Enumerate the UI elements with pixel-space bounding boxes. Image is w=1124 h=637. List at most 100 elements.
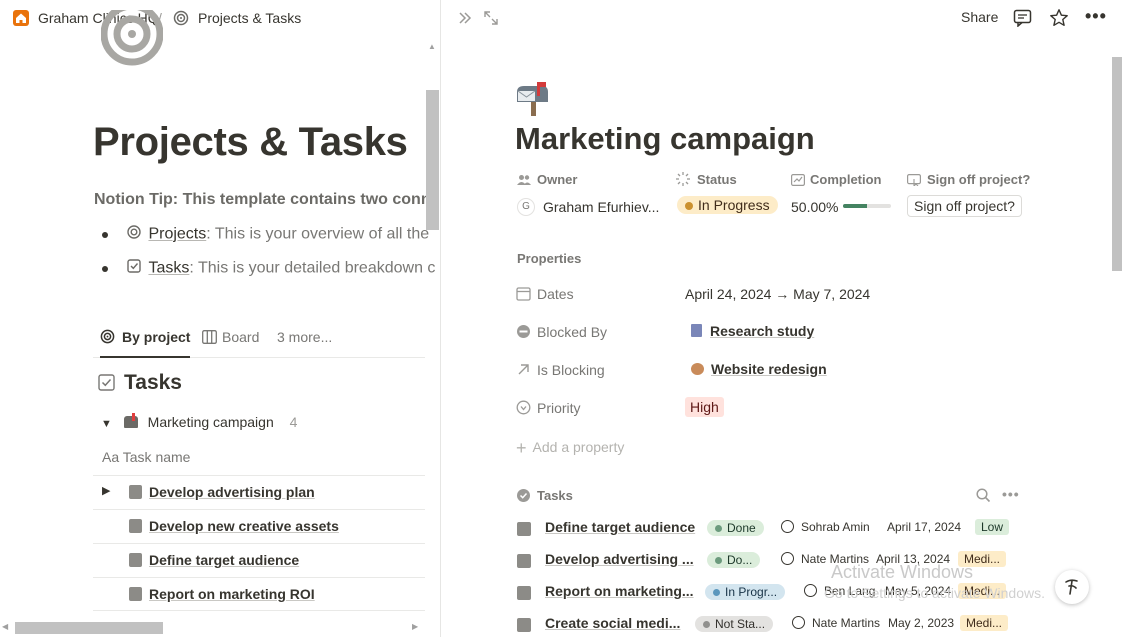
help-button[interactable] [1055,570,1089,604]
assignee: Nate Martins [792,616,880,630]
notion-ai-icon [1065,579,1078,595]
close-peek-icon[interactable] [457,10,473,31]
more-icon[interactable]: ••• [1085,6,1107,27]
scroll-right-arrow[interactable]: ▶ [412,622,418,631]
bullet-projects: Projects: This is your overview of all t… [102,224,429,245]
document-icon [691,324,702,337]
add-property-label: Add a property [532,439,625,455]
tasks-check-icon [126,258,142,279]
row-title[interactable]: Report on marketing ROI [149,586,315,602]
table-row[interactable]: Report on marketing ROI [93,577,425,611]
website-icon [691,363,704,375]
group-count: 4 [289,414,298,430]
relation-link[interactable]: Website redesign [711,361,827,377]
avatar [781,552,794,565]
status-dot [715,557,722,564]
blocked-by-value[interactable]: Research study [691,323,814,339]
owner-label[interactable]: Owner [537,172,577,187]
tab-by-project[interactable]: By project [100,328,191,358]
prop-dates[interactable]: Dates [516,286,574,304]
search-icon[interactable] [976,488,991,508]
status-label[interactable]: Status [697,172,737,187]
table-row[interactable]: Define target audience Done Sohrab Amin … [517,516,1037,544]
owner-value[interactable]: Graham Efurhiev... [543,199,659,215]
home-icon[interactable] [13,10,29,26]
mailbox-icon[interactable] [515,82,551,116]
row-title[interactable]: Define target audience [149,552,299,568]
prop-blocked-by[interactable]: Blocked By [516,324,607,342]
completion-value[interactable]: 50.00% [791,199,838,215]
avatar: G [517,198,535,216]
tab-label: Board [222,329,260,345]
expand-arrow-icon[interactable]: ▶ [102,484,110,497]
text-type-icon: Aa [102,449,120,465]
assignee: Sohrab Amin [781,520,870,534]
scroll-left-arrow[interactable]: ◀ [2,622,8,631]
comment-icon[interactable] [1013,9,1032,32]
table-row[interactable]: Define target audience [93,543,425,577]
prop-is-blocking[interactable]: Is Blocking [516,362,605,380]
row-title[interactable]: Develop advertising plan [149,484,315,500]
completion-label[interactable]: Completion [810,172,882,187]
arrow-up-right-icon [516,362,531,380]
page-icon [129,485,142,499]
star-icon[interactable] [1049,8,1069,33]
table-row[interactable]: Create social medi... Not Sta... Nate Ma… [517,612,1037,637]
vertical-scrollbar[interactable] [426,90,439,230]
tasks-desc: : This is your detailed breakdown c [189,259,436,277]
priority-value[interactable]: High [685,397,724,417]
is-blocking-value[interactable]: Website redesign [691,361,827,377]
task-name[interactable]: Develop advertising ... [545,551,694,567]
assignee-name: Nate Martins [812,616,881,630]
priority-pill: Low [975,519,1010,535]
status-value[interactable]: In Progress [677,196,778,214]
add-property-button[interactable]: + Add a property [516,438,624,459]
horizontal-scrollbar[interactable] [15,622,163,634]
task-name[interactable]: Define target audience [545,519,695,535]
prop-priority[interactable]: Priority [516,400,581,418]
status-sun-icon [676,172,690,191]
plus-icon: + [516,438,527,458]
status-pill: Done [707,520,764,536]
progress-bar [843,204,891,208]
tasks-link[interactable]: Tasks [148,260,189,277]
share-button[interactable]: Share [961,9,998,25]
tab-more[interactable]: 3 more... [277,328,332,358]
column-header[interactable]: Aa Task name [102,449,190,465]
task-name[interactable]: Report on marketing... [545,583,694,599]
page-icon [129,519,142,533]
tab-board[interactable]: Board [202,328,259,358]
relation-link[interactable]: Research study [710,323,814,339]
scroll-up-arrow[interactable]: ▲ [428,42,436,51]
signoff-label[interactable]: Sign off project? [927,172,1030,187]
target-icon [173,10,189,31]
tasks-section-label[interactable]: Tasks [537,488,573,503]
progress-fill [843,204,867,208]
projects-link[interactable]: Projects [148,226,206,243]
breadcrumb-page[interactable]: Projects & Tasks [198,10,301,26]
vertical-scrollbar[interactable] [1112,57,1122,271]
target-icon [100,329,115,348]
table-row[interactable]: ▶ Develop advertising plan [93,475,425,509]
page-title: Projects & Tasks [93,120,408,164]
page-icon-target[interactable] [101,10,163,68]
collapse-arrow-icon[interactable]: ▼ [101,418,112,430]
board-icon [202,330,217,348]
group-header[interactable]: ▼ Marketing campaign 4 [101,413,298,430]
task-name[interactable]: Create social medi... [545,615,680,631]
status-text: Do... [727,553,753,567]
windows-watermark-sub: Go to Settings to activate Windows. [824,585,1045,601]
table-row[interactable]: Develop new creative assets [93,509,425,543]
blocked-icon [516,324,531,342]
row-title[interactable]: Develop new creative assets [149,518,339,534]
page-title[interactable]: Marketing campaign [515,121,815,157]
expand-icon[interactable] [483,10,499,31]
checkbox-icon [98,374,115,396]
dates-value[interactable]: April 24, 2024 → May 7, 2024 [685,286,870,302]
group-name: Marketing campaign [147,414,274,430]
status-pill: In Progr... [705,584,786,600]
projects-desc: : This is your overview of all the [206,225,430,243]
more-icon[interactable]: ••• [1002,486,1020,502]
calendar-icon [516,286,531,304]
sign-off-button[interactable]: Sign off project? [907,195,1022,217]
